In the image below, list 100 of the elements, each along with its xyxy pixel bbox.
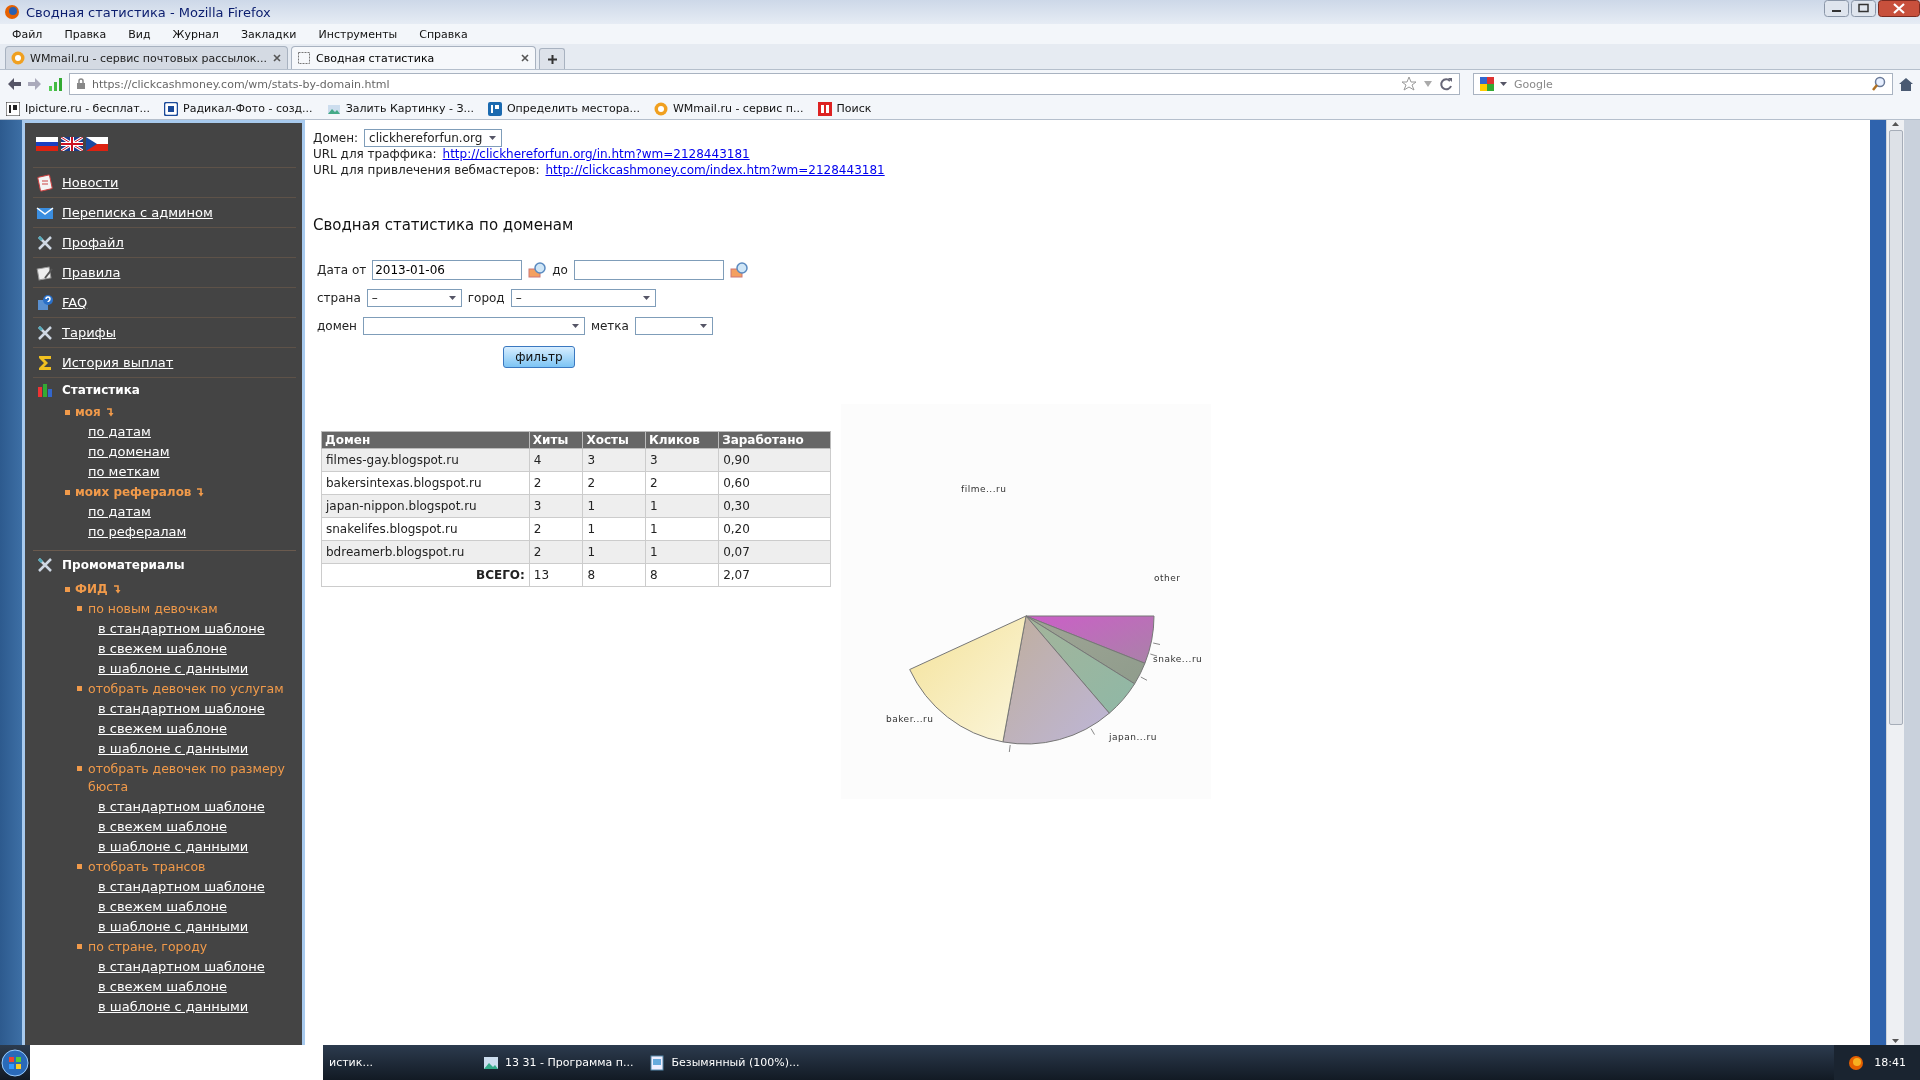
- leader-line: [1149, 653, 1158, 657]
- pencil-icon: [36, 263, 54, 282]
- country-select[interactable]: –: [366, 289, 462, 307]
- table-cell: snakelifes.blogspot.ru: [321, 517, 530, 541]
- sidebar-link[interactable]: по датам: [88, 424, 151, 439]
- bullet-icon: [77, 864, 82, 869]
- star-icon[interactable]: [1401, 76, 1417, 92]
- sidebar-link[interactable]: Переписка с админом: [62, 205, 213, 220]
- search-bar[interactable]: Google: [1473, 73, 1893, 95]
- filter-button[interactable]: фильтр: [503, 346, 575, 368]
- sidebar-link[interactable]: в шаблоне с данными: [98, 999, 249, 1014]
- bookmark[interactable]: WMmail.ru - сервис п...: [653, 101, 804, 116]
- maximize-button[interactable]: [1851, 0, 1876, 17]
- uk-flag-icon[interactable]: [61, 137, 83, 151]
- sidebar-link[interactable]: в стандартном шаблоне: [98, 701, 265, 716]
- sidebar-link[interactable]: в свежем шаблоне: [98, 899, 227, 914]
- menu-group-label: отобрать девочек по размеру бюста: [88, 760, 286, 796]
- sidebar-link[interactable]: в шаблоне с данными: [98, 661, 249, 676]
- date-field[interactable]: [573, 260, 724, 280]
- czech-flag-icon[interactable]: [86, 137, 108, 151]
- close-icon[interactable]: [520, 53, 530, 63]
- menu-group-label: по стране, городу: [88, 938, 209, 956]
- calendar-icon[interactable]: [729, 261, 748, 279]
- table-cell: 0,30: [718, 494, 831, 518]
- table-cell: bdreamerb.blogspot.ru: [321, 540, 530, 564]
- sidebar-link[interactable]: в стандартном шаблоне: [98, 799, 265, 814]
- tag-select[interactable]: [634, 317, 713, 335]
- sidebar-link[interactable]: FAQ: [62, 295, 88, 310]
- sidebar-link[interactable]: История выплат: [62, 355, 174, 370]
- caret-icon: [641, 295, 651, 301]
- menu-item[interactable]: Закладки: [240, 27, 297, 41]
- date-field[interactable]: 2013-01-06: [372, 260, 523, 280]
- search-field[interactable]: Google: [1512, 76, 1867, 92]
- reload-icon[interactable]: [1439, 77, 1453, 91]
- taskbar-button[interactable]: истик...: [323, 1047, 473, 1078]
- back-icon[interactable]: [6, 76, 22, 92]
- taskbar-button[interactable]: Безымянный (100%)...: [643, 1047, 806, 1078]
- bookmark[interactable]: Залить Картинку - З...: [326, 101, 474, 116]
- calendar-icon[interactable]: [528, 261, 547, 279]
- webmasters-link[interactable]: http://clickcashmoney.com/index.htm?wm=2128443181: [545, 163, 885, 177]
- search-icon[interactable]: [1871, 76, 1887, 92]
- new-tab-button[interactable]: [539, 48, 565, 69]
- sidebar-link[interactable]: в стандартном шаблоне: [98, 879, 265, 894]
- sidebar-link[interactable]: по датам: [88, 504, 151, 519]
- menu-item[interactable]: Правка: [64, 27, 107, 41]
- domain-filter-select[interactable]: [362, 317, 585, 335]
- sidebar-link[interactable]: в шаблоне с данными: [98, 839, 249, 854]
- sidebar-link[interactable]: в стандартном шаблоне: [98, 959, 265, 974]
- table-cell: 0,07: [718, 540, 831, 564]
- sidebar-link[interactable]: Тарифы: [62, 325, 116, 340]
- sidebar-link[interactable]: в свежем шаблоне: [98, 819, 227, 834]
- field-label: до: [552, 263, 568, 277]
- menu-item[interactable]: Журнал: [172, 27, 219, 41]
- scrollbar[interactable]: [1886, 120, 1904, 1045]
- start-button[interactable]: [1, 1048, 29, 1077]
- taskbar-button[interactable]: 13 31 - Программа п...: [477, 1047, 640, 1078]
- table-cell: 2: [529, 471, 583, 495]
- table-cell: bakersintexas.blogspot.ru: [321, 471, 530, 495]
- table-cell: 2: [645, 471, 719, 495]
- field-label: домен: [317, 319, 357, 333]
- table-cell: 2: [583, 471, 646, 495]
- tools-icon: [36, 556, 54, 574]
- sidebar-link[interactable]: в свежем шаблоне: [98, 641, 227, 656]
- sidebar-link[interactable]: по меткам: [88, 464, 160, 479]
- close-icon[interactable]: [272, 53, 282, 63]
- sidebar-link[interactable]: в шаблоне с данными: [98, 741, 249, 756]
- table-cell: 2: [529, 517, 583, 541]
- bookmark[interactable]: Ipicture.ru - бесплат...: [6, 101, 151, 116]
- sidebar-link[interactable]: в свежем шаблоне: [98, 979, 227, 994]
- page-icon: [297, 51, 311, 65]
- sidebar-link[interactable]: Профайл: [62, 235, 124, 250]
- sidebar-link[interactable]: по рефералам: [88, 524, 187, 539]
- browser-tab[interactable]: Сводная статистика: [291, 46, 536, 69]
- menu-item[interactable]: Вид: [128, 27, 151, 41]
- bookmark[interactable]: Радикал-Фото - созд...: [164, 101, 313, 116]
- city-select[interactable]: –: [510, 289, 656, 307]
- bookmark[interactable]: Поиск: [817, 101, 872, 116]
- russia-flag-icon[interactable]: [36, 137, 58, 151]
- sidebar-link[interactable]: в шаблоне с данными: [98, 919, 249, 934]
- bookmark[interactable]: Определить местора...: [487, 101, 640, 116]
- menu-item[interactable]: Инструменты: [318, 27, 398, 41]
- browser-tab[interactable]: WMmail.ru - сервис почтовых рассылок...: [5, 46, 288, 69]
- caret-icon: [698, 323, 708, 329]
- tools-icon: [36, 233, 54, 252]
- table-cell: 8: [645, 563, 719, 587]
- sidebar-link[interactable]: по доменам: [88, 444, 170, 459]
- sidebar-link[interactable]: в свежем шаблоне: [98, 721, 227, 736]
- address-field[interactable]: https://clickcashmoney.com/wm/stats-by-domain.html: [69, 73, 1460, 95]
- sidebar-link[interactable]: Новости: [62, 175, 119, 190]
- sidebar-link[interactable]: Правила: [62, 265, 121, 280]
- close-button[interactable]: [1878, 0, 1920, 17]
- minimize-button[interactable]: [1824, 0, 1849, 17]
- menu-item[interactable]: Файл: [12, 27, 43, 41]
- traffic-link[interactable]: http://clickhereforfun.org/in.htm?wm=2128443181: [442, 147, 750, 161]
- sidebar-link[interactable]: в стандартном шаблоне: [98, 621, 265, 636]
- domain-select[interactable]: clickhereforfun.org: [364, 129, 503, 147]
- caret-icon: [1499, 81, 1508, 87]
- menu-item[interactable]: Справка: [419, 27, 468, 41]
- table-cell: 1: [583, 517, 646, 541]
- home-icon[interactable]: [1898, 76, 1914, 92]
